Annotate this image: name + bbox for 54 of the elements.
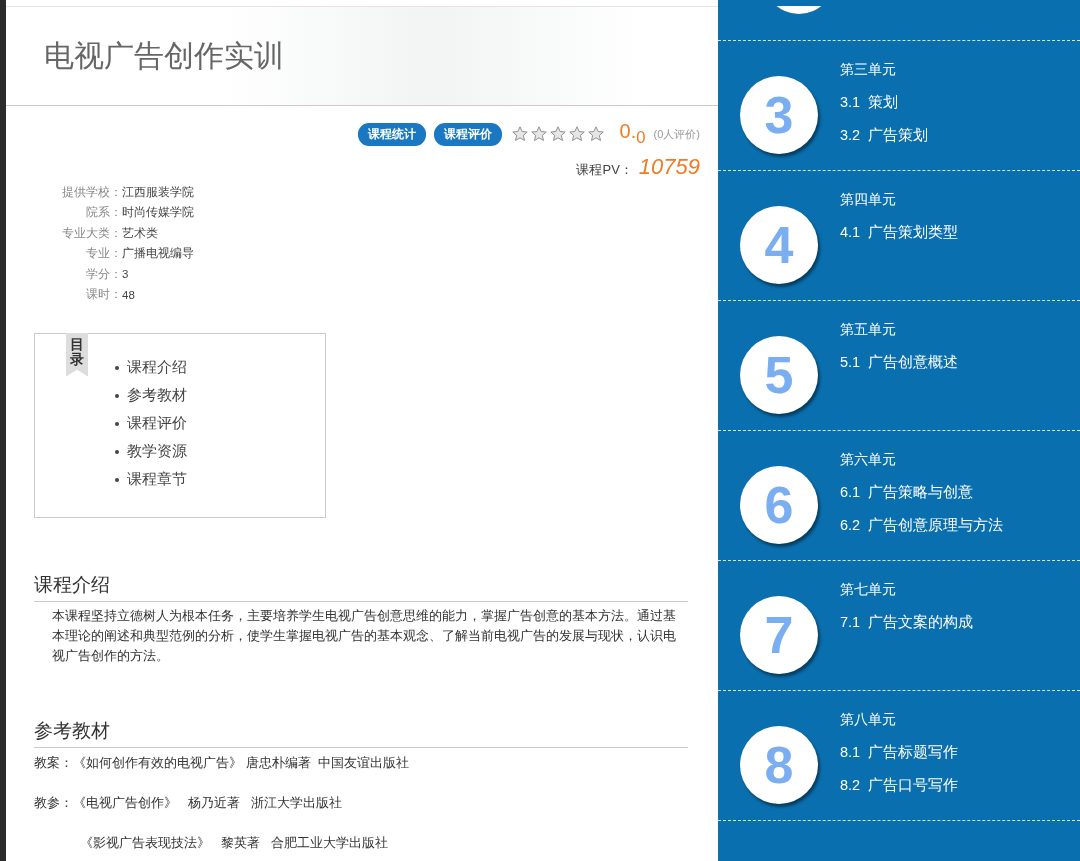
reference-text: 《如何创作有效的电视广告》 唐忠朴编著 中国友谊出版社 xyxy=(73,755,409,770)
lesson-link[interactable]: 3.1 策划 xyxy=(840,93,929,112)
lesson-link[interactable]: 6.2 广告创意原理与方法 xyxy=(840,516,1004,535)
toc-link[interactable]: 课程评价 xyxy=(127,414,187,433)
info-label: 学分： xyxy=(85,266,122,282)
info-label: 专业： xyxy=(85,246,122,262)
pv-value: 10759 xyxy=(638,154,700,180)
info-value: 3 xyxy=(122,268,129,281)
section-heading: 课程介绍 xyxy=(34,572,688,602)
unit-badge: 3 xyxy=(740,76,818,154)
course-title: 电视广告创作实训 xyxy=(44,37,284,74)
info-label: 课时： xyxy=(85,287,122,303)
unit-title: 第八单元 xyxy=(840,711,897,729)
lesson-link[interactable]: 8.2 广告口号写作 xyxy=(840,776,959,795)
reference-label: 教案： xyxy=(34,755,73,770)
unit-title: 第七单元 xyxy=(840,581,897,599)
lesson-link[interactable]: 3.2 广告策划 xyxy=(840,126,929,145)
rating-score: 0.$_{0}$ xyxy=(619,120,646,148)
reference-label: 教参： xyxy=(34,795,73,810)
unit-badge: 4 xyxy=(740,206,818,284)
info-value: 48 xyxy=(122,288,135,301)
lesson-link[interactable]: 4.1 广告策划类型 xyxy=(840,223,959,242)
unit-title: 第三单元 xyxy=(840,61,897,79)
info-label: 提供学校： xyxy=(61,184,122,200)
unit-badge: 5 xyxy=(740,336,818,414)
info-value: 广播电视编导 xyxy=(122,246,194,262)
lesson-link[interactable]: 8.1 广告标题写作 xyxy=(840,743,959,762)
toc-link[interactable]: 课程介绍 xyxy=(127,358,187,377)
unit-title: 第六单元 xyxy=(840,451,897,469)
toc-link[interactable]: 课程章节 xyxy=(127,470,187,489)
lesson-link[interactable]: 6.1 广告策略与创意 xyxy=(840,483,1004,502)
unit-badge: 8 xyxy=(740,726,818,804)
info-value: 江西服装学院 xyxy=(122,184,194,200)
lesson-link[interactable]: 7.1 广告文案的构成 xyxy=(840,613,974,632)
action-button[interactable]: 课程评价 xyxy=(433,122,502,146)
rating-count: (0人评价) xyxy=(653,126,700,142)
unit-title: 第五单元 xyxy=(840,321,897,339)
info-label: 院系： xyxy=(85,205,122,221)
unit-title: 第四单元 xyxy=(840,191,897,209)
toc-link[interactable]: 参考教材 xyxy=(127,386,187,405)
reference-text: 《电视广告创作》 杨乃近著 浙江大学出版社 xyxy=(73,795,342,810)
info-value: 时尚传媒学院 xyxy=(122,205,194,221)
info-value: 艺术类 xyxy=(122,225,158,241)
toc-ribbon: 目录 xyxy=(66,333,88,377)
lesson-link[interactable]: 5.1 广告创意概述 xyxy=(840,353,959,372)
unit-badge: 6 xyxy=(740,466,818,544)
unit-badge: 7 xyxy=(740,596,818,674)
toc-link[interactable]: 教学资源 xyxy=(127,442,187,461)
intro-paragraph: 本课程坚持立德树人为根本任务，主要培养学生电视广告创意思维的能力，掌握广告创意的基本方法。通过基本理论的阐述和典型范例的分析，使学生掌握电视广告的基本观念、了解当前电视广告的发展与现状，认识电视广告创作的方法。 xyxy=(52,607,677,665)
info-label: 专业大类： xyxy=(61,225,122,241)
action-button[interactable]: 课程统计 xyxy=(357,122,426,146)
pv-label: 课程PV： xyxy=(576,161,633,179)
reference-text: 《影视广告表现技法》 黎英著 合肥工业大学出版社 xyxy=(80,835,388,850)
section-heading: 参考教材 xyxy=(34,718,688,748)
